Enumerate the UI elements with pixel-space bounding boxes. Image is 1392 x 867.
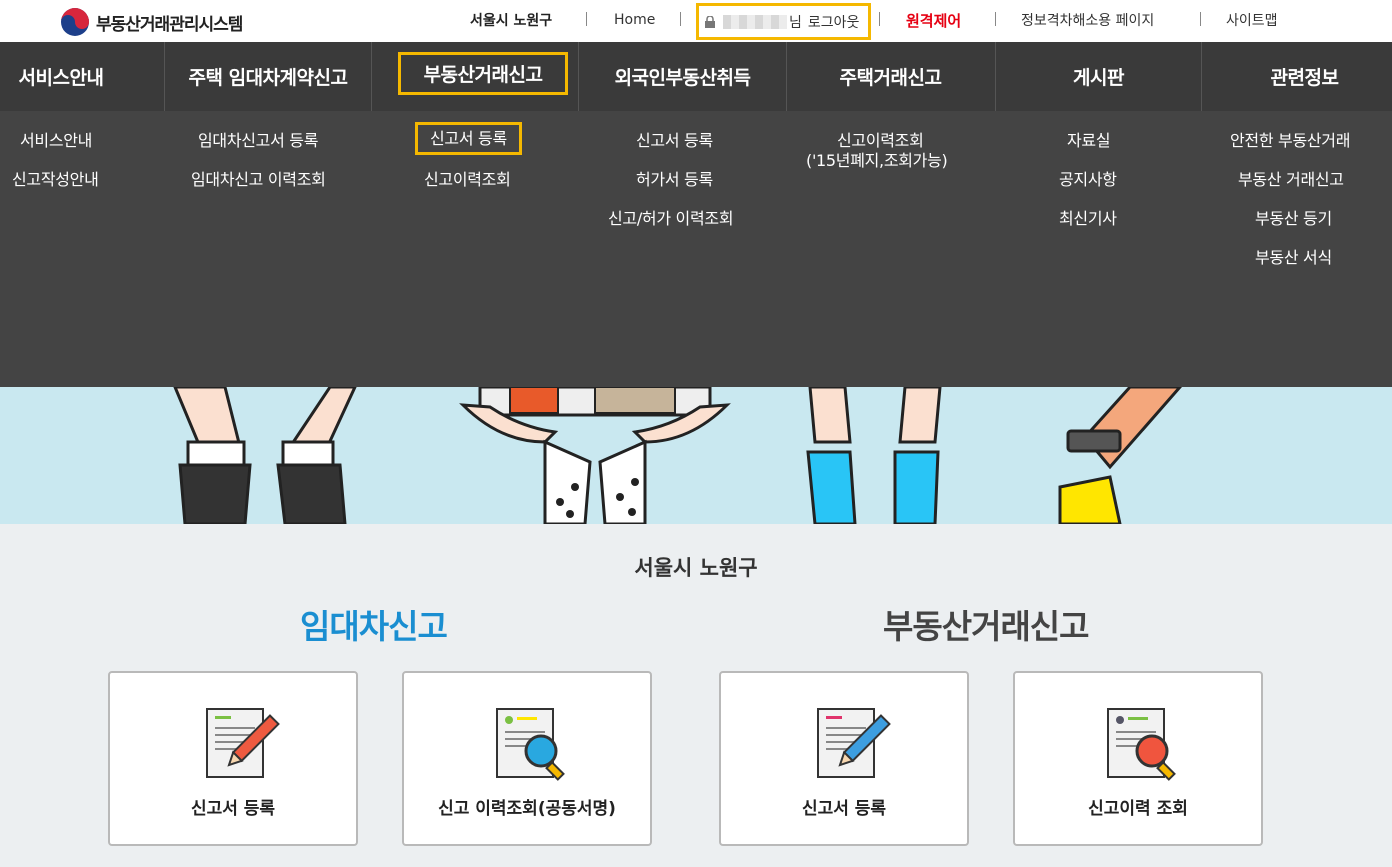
nav-divider	[578, 42, 579, 111]
submenu-report-history[interactable]: 신고이력조회	[424, 170, 511, 189]
nav-real-estate-report[interactable]: 부동산거래신고	[398, 52, 568, 95]
submenu-registration[interactable]: 부동산 등기	[1255, 209, 1332, 228]
hands-houses-illustration	[173, 387, 1182, 524]
remote-control-link[interactable]: 원격제어	[906, 0, 961, 40]
district-label: 서울시 노원구	[470, 13, 553, 29]
taegeuk-logo-icon	[61, 8, 89, 36]
card-label: 신고 이력조회(공동서명)	[438, 799, 616, 819]
nav-related-info[interactable]: 관련정보	[1203, 42, 1392, 111]
pencil-doc-icon	[206, 708, 280, 778]
pencil-doc-icon	[817, 708, 891, 778]
nav-housing-trade[interactable]: 주택거래신고	[788, 42, 993, 111]
user-name-redacted	[723, 14, 787, 29]
lease-register-card[interactable]: 신고서 등록	[108, 671, 358, 846]
lock-icon	[705, 15, 715, 28]
submenu-foreign-report-register[interactable]: 신고서 등록	[636, 131, 713, 150]
region-heading: 서울시 노원구	[634, 556, 758, 580]
user-logout-box: 님 로그아웃	[696, 3, 871, 40]
submenu-housing-history[interactable]: 신고이력조회	[837, 131, 924, 150]
nav-divider	[995, 42, 996, 111]
nav-lease-report[interactable]: 주택 임대차계약신고	[166, 42, 370, 111]
submenu-housing-history-note: ('15년폐지,조회가능)	[806, 151, 948, 170]
separator	[1200, 12, 1201, 26]
main-navigation: 서비스안내 주택 임대차계약신고 부동산거래신고 외국인부동산취득 주택거래신고…	[0, 42, 1392, 111]
card-label: 신고서 등록	[190, 799, 276, 819]
search-doc-icon	[496, 708, 565, 781]
submenu-trade-report[interactable]: 부동산 거래신고	[1238, 170, 1344, 189]
trade-history-card[interactable]: 신고이력 조회	[1013, 671, 1263, 846]
sitemap-link[interactable]: 사이트맵	[1226, 0, 1278, 40]
nav-foreigner-acquisition[interactable]: 외국인부동산취득	[580, 42, 785, 111]
submenu-lease-history[interactable]: 임대차신고 이력조회	[191, 170, 326, 189]
submenu-notices[interactable]: 공지사항	[1059, 170, 1117, 189]
separator	[680, 12, 681, 26]
top-bar: 부동산거래관리시스템 서울시 노원구 Home 님 로그아웃 원격제어 정보격차…	[0, 0, 1392, 42]
site-logo[interactable]: 부동산거래관리시스템	[60, 7, 243, 37]
submenu-writing-guide[interactable]: 신고작성안내	[12, 170, 99, 189]
home-link[interactable]: Home	[614, 0, 655, 40]
submenu-lease-register[interactable]: 임대차신고서 등록	[198, 131, 318, 150]
submenu-safe-trade[interactable]: 안전한 부동산거래	[1230, 131, 1350, 150]
separator	[995, 12, 996, 26]
nav-divider	[371, 42, 372, 111]
site-title: 부동산거래관리시스템	[96, 14, 243, 35]
card-label: 신고이력 조회	[1088, 799, 1188, 819]
card-label: 신고서 등록	[801, 799, 887, 819]
nav-service-guide[interactable]: 서비스안내	[0, 42, 122, 111]
submenu-forms[interactable]: 부동산 서식	[1255, 248, 1332, 267]
nav-board[interactable]: 게시판	[997, 42, 1200, 111]
nav-divider	[786, 42, 787, 111]
submenu-permit-register[interactable]: 허가서 등록	[636, 170, 713, 189]
submenu-news[interactable]: 최신기사	[1059, 209, 1117, 228]
user-suffix: 님	[789, 14, 802, 31]
submenu-report-register[interactable]: 신고서 등록	[415, 122, 522, 155]
separator	[586, 12, 587, 26]
accessibility-link[interactable]: 정보격차해소용 페이지	[1021, 0, 1154, 40]
hero-banner	[0, 387, 1392, 524]
lease-history-card[interactable]: 신고 이력조회(공동서명)	[402, 671, 652, 846]
submenu-service-guide[interactable]: 서비스안내	[20, 131, 92, 150]
mega-menu-dropdown	[0, 111, 1392, 387]
submenu-report-permit-history[interactable]: 신고/허가 이력조회	[608, 209, 734, 228]
nav-divider	[1201, 42, 1202, 111]
search-doc-icon	[1107, 708, 1176, 781]
trade-register-card[interactable]: 신고서 등록	[719, 671, 969, 846]
submenu-archive[interactable]: 자료실	[1067, 131, 1111, 150]
separator	[879, 12, 880, 26]
nav-divider	[164, 42, 165, 111]
trade-section-title: 부동산거래신고	[883, 607, 1090, 646]
logout-link[interactable]: 로그아웃	[808, 12, 860, 32]
lease-section-title: 임대차신고	[300, 607, 448, 646]
